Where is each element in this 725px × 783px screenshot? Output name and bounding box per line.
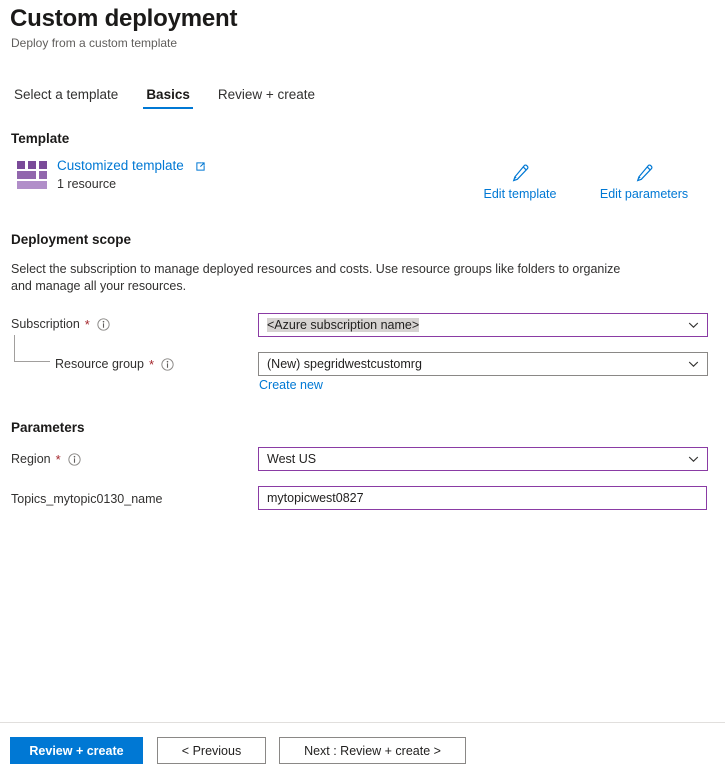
resource-group-required-asterisk: *: [148, 356, 155, 372]
tab-review-create[interactable]: Review + create: [215, 87, 318, 109]
subscription-required-asterisk: *: [84, 316, 90, 332]
resource-group-label-group: Resource group *: [55, 357, 174, 371]
info-icon[interactable]: [161, 357, 174, 371]
subscription-value: <Azure subscription name>: [267, 318, 420, 332]
custom-deployment-page: Custom deployment Deploy from a custom t…: [0, 0, 725, 783]
region-label: Region: [11, 452, 51, 466]
pencil-icon: [510, 163, 530, 183]
tab-basics[interactable]: Basics: [143, 87, 193, 109]
footer-divider: [0, 722, 725, 723]
topic-name-label-group: Topics_mytopic0130_name: [11, 492, 162, 506]
previous-button[interactable]: < Previous: [157, 737, 266, 764]
deployment-scope-heading: Deployment scope: [11, 232, 132, 247]
parameters-heading: Parameters: [11, 420, 85, 435]
info-icon[interactable]: [68, 452, 81, 466]
wizard-tabs: Select a template Basics Review + create: [11, 87, 318, 109]
template-section-heading: Template: [11, 131, 70, 146]
deployment-scope-description: Select the subscription to manage deploy…: [11, 262, 621, 293]
resource-group-label: Resource group: [55, 357, 144, 371]
template-blocks-icon: [17, 161, 49, 189]
scope-tree-connector: [14, 335, 50, 362]
page-subtitle: Deploy from a custom template: [11, 36, 178, 50]
topic-name-input[interactable]: mytopicwest0827: [258, 486, 707, 510]
chevron-down-icon: [688, 359, 699, 370]
region-dropdown[interactable]: West US: [258, 447, 708, 471]
template-resource-count: 1 resource: [57, 177, 117, 191]
topic-name-label: Topics_mytopic0130_name: [11, 492, 163, 506]
next-review-create-button[interactable]: Next : Review + create >: [279, 737, 466, 764]
page-title: Custom deployment: [10, 5, 238, 32]
topic-name-value: mytopicwest0827: [267, 491, 364, 505]
region-required-asterisk: *: [55, 451, 61, 467]
customized-template-link[interactable]: Customized template: [57, 158, 184, 173]
subscription-label: Subscription: [11, 317, 80, 331]
external-link-icon[interactable]: [195, 159, 206, 171]
edit-parameters-label: Edit parameters: [599, 187, 689, 201]
edit-template-button[interactable]: Edit template: [468, 163, 572, 201]
subscription-dropdown[interactable]: <Azure subscription name>: [258, 313, 708, 337]
edit-parameters-button[interactable]: Edit parameters: [586, 163, 702, 201]
subscription-label-group: Subscription *: [11, 317, 110, 331]
create-new-resource-group-link[interactable]: Create new: [259, 378, 323, 392]
resource-group-value: (New) spegridwestcustomrg: [267, 357, 422, 371]
region-label-group: Region *: [11, 452, 81, 466]
resource-group-dropdown[interactable]: (New) spegridwestcustomrg: [258, 352, 708, 376]
tab-select-a-template[interactable]: Select a template: [11, 87, 121, 109]
review-create-button[interactable]: Review + create: [10, 737, 143, 764]
edit-template-label: Edit template: [483, 187, 557, 201]
chevron-down-icon: [688, 454, 699, 465]
info-icon[interactable]: [97, 317, 110, 331]
region-value: West US: [267, 452, 317, 466]
pencil-icon: [634, 163, 654, 183]
chevron-down-icon: [688, 320, 699, 331]
